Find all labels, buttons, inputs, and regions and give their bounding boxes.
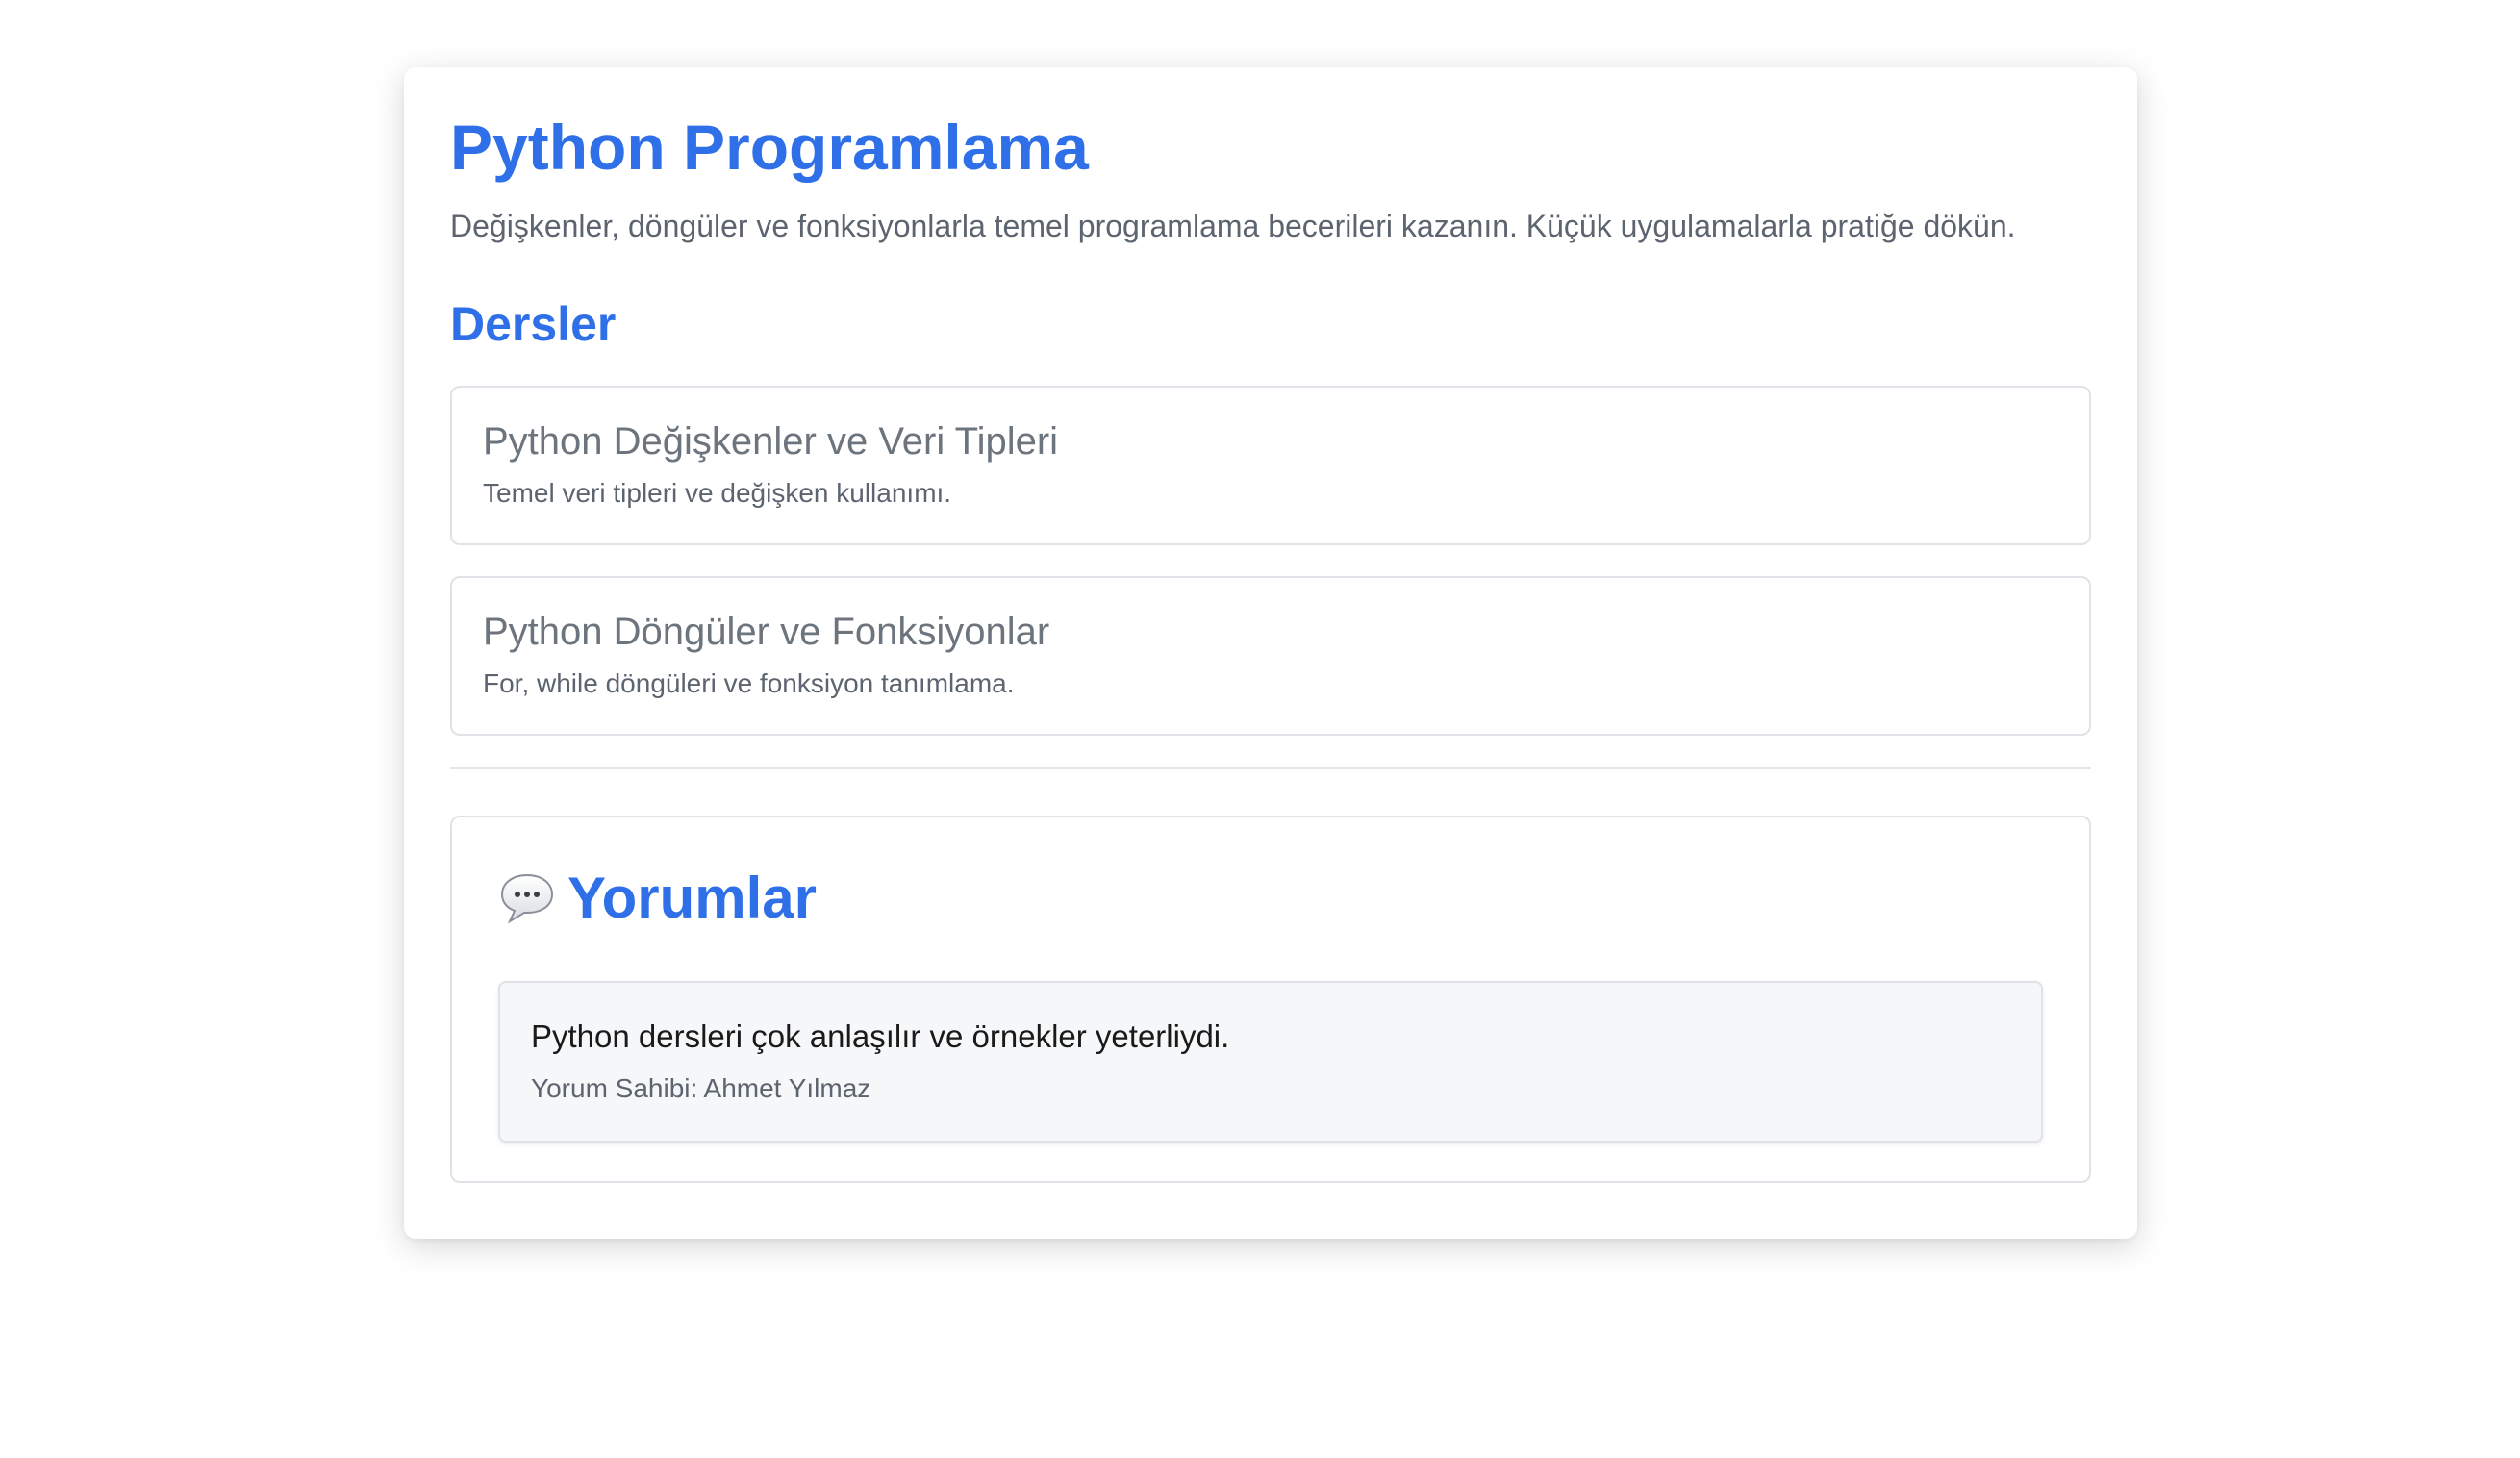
comments-header: Yorumlar xyxy=(498,860,2043,937)
lessons-heading: Dersler xyxy=(450,296,617,351)
lesson-item-variables[interactable]: Python Değişkenler ve Veri Tipleri Temel… xyxy=(450,385,2091,545)
lesson-title: Python Döngüler ve Fonksiyonlar xyxy=(483,610,1050,653)
section-divider xyxy=(450,766,2091,769)
lesson-description: Temel veri tipleri ve değişken kullanımı… xyxy=(483,477,952,508)
speech-bubble-icon xyxy=(498,871,556,925)
course-card: Python Programlama Değişkenler, döngüler… xyxy=(404,67,2137,1239)
lesson-list: Python Değişkenler ve Veri Tipleri Temel… xyxy=(450,385,2091,736)
comments-heading: Yorumlar xyxy=(567,865,817,930)
page: Python Programlama Değişkenler, döngüler… xyxy=(0,0,2520,1458)
comments-section: Yorumlar Python dersleri çok anlaşılır v… xyxy=(450,815,2091,1183)
lesson-description: For, while döngüleri ve fonksiyon tanıml… xyxy=(483,667,1015,698)
course-title: Python Programlama xyxy=(450,112,1089,183)
comment-author: Yorum Sahibi: Ahmet Yılmaz xyxy=(531,1073,871,1104)
course-description: Değişkenler, döngüler ve fonksiyonlarla … xyxy=(450,209,2016,244)
lesson-title: Python Değişkenler ve Veri Tipleri xyxy=(483,419,1059,463)
comment-text: Python dersleri çok anlaşılır ve örnekle… xyxy=(531,1018,1230,1054)
lesson-item-loops-functions[interactable]: Python Döngüler ve Fonksiyonlar For, whi… xyxy=(450,575,2091,736)
comment-item: Python dersleri çok anlaşılır ve örnekle… xyxy=(498,980,2043,1143)
